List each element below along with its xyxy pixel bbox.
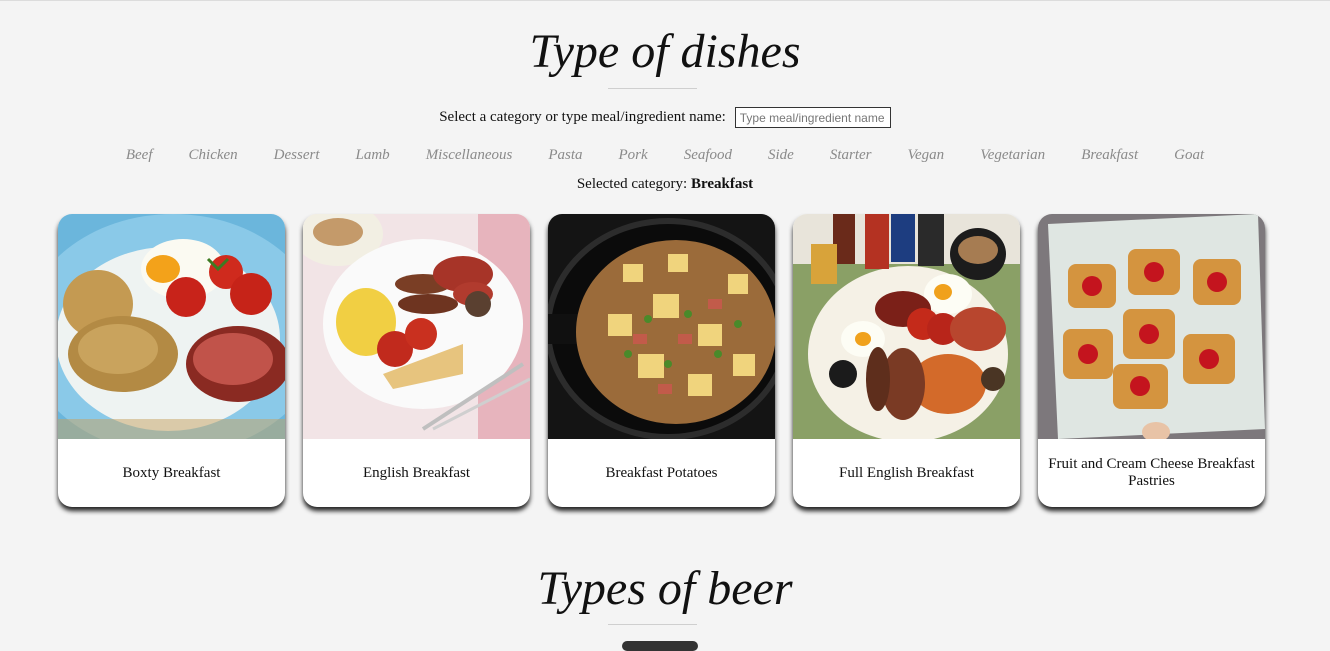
meal-image-boxty [58, 214, 285, 439]
meal-card[interactable]: English Breakfast [303, 214, 530, 507]
search-row: Select a category or type meal/ingredien… [0, 107, 1330, 128]
beer-section-button[interactable] [622, 641, 698, 651]
meal-card[interactable]: Fruit and Cream Cheese Breakfast Pastrie… [1038, 214, 1265, 507]
meal-image-potatoes [548, 214, 775, 439]
meal-card[interactable]: Full English Breakfast [793, 214, 1020, 507]
beer-title: Types of beer [537, 562, 793, 615]
category-pork[interactable]: Pork [619, 147, 648, 164]
category-breakfast[interactable]: Breakfast [1081, 147, 1138, 164]
category-vegetarian[interactable]: Vegetarian [980, 147, 1045, 164]
selected-category-value: Breakfast [690, 176, 754, 192]
category-beef[interactable]: Beef [126, 147, 153, 164]
search-input[interactable] [734, 107, 891, 128]
category-vegan[interactable]: Vegan [908, 147, 945, 164]
category-chicken[interactable]: Chicken [189, 147, 238, 164]
title-divider [608, 624, 697, 625]
category-side[interactable]: Side [768, 147, 794, 164]
meal-image-full-english [793, 214, 1020, 439]
category-dessert[interactable]: Dessert [274, 147, 320, 164]
meal-name: Fruit and Cream Cheese Breakfast Pastrie… [1048, 456, 1255, 489]
category-seafood[interactable]: Seafood [684, 147, 732, 164]
category-pasta[interactable]: Pasta [548, 147, 582, 164]
meal-card-list: Boxty Breakfast English Breakfast Breakf… [58, 214, 1265, 507]
selected-category-label: Selected category: [576, 176, 688, 192]
selected-category: Selected category: Breakfast [0, 176, 1330, 193]
meal-card[interactable]: Breakfast Potatoes [548, 214, 775, 507]
meal-name: Boxty Breakfast [122, 464, 221, 481]
meal-card[interactable]: Boxty Breakfast [58, 214, 285, 507]
category-starter[interactable]: Starter [830, 147, 872, 164]
category-goat[interactable]: Goat [1174, 147, 1204, 164]
meal-image-english [303, 214, 530, 439]
meal-name: English Breakfast [362, 464, 471, 481]
search-label: Select a category or type meal/ingredien… [439, 109, 726, 125]
dishes-title: Type of dishes [529, 25, 801, 78]
title-divider [608, 88, 697, 89]
category-lamb[interactable]: Lamb [356, 147, 390, 164]
category-list: Beef Chicken Dessert Lamb Miscellaneous … [0, 147, 1330, 164]
meal-name: Breakfast Potatoes [605, 464, 718, 481]
meal-name: Full English Breakfast [839, 464, 974, 481]
category-miscellaneous[interactable]: Miscellaneous [426, 147, 513, 164]
meal-image-pastries [1038, 214, 1265, 439]
